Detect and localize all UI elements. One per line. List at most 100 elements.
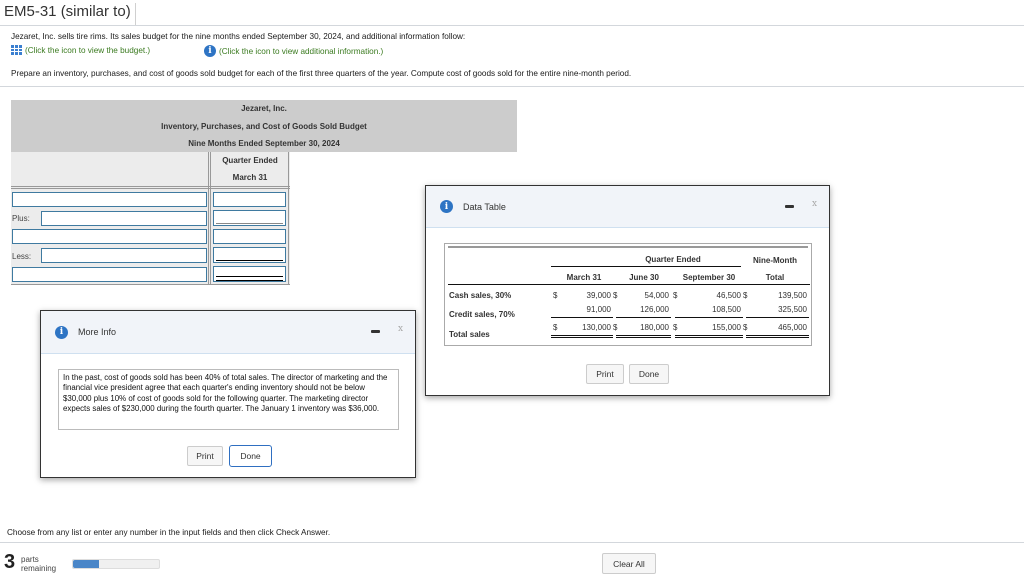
- currency-symbol: $: [743, 323, 748, 332]
- parts-remaining-label: parts remaining: [21, 555, 56, 573]
- less-label: Less:: [12, 252, 32, 261]
- budget-title: Inventory, Purchases, and Cost of Goods …: [161, 121, 367, 131]
- row-3-label-input[interactable]: [12, 229, 207, 244]
- total-header-line2: Total: [765, 273, 785, 282]
- table-grid-icon[interactable]: [11, 45, 22, 55]
- view-budget-link[interactable]: (Click the icon to view the budget.): [11, 45, 150, 55]
- row-2-label-input[interactable]: [41, 211, 207, 226]
- dialog-header: i Data Table x: [426, 186, 829, 228]
- row-5-amount-cell: [213, 266, 286, 282]
- budget-worksheet: Quarter Ended March 31 Plus: Less:: [11, 152, 290, 285]
- row-4-amount-cell: [213, 247, 286, 263]
- row-4-label-input[interactable]: [41, 248, 207, 263]
- problem-statement: Jezaret, Inc. sells tire rims. Its sales…: [11, 32, 466, 41]
- currency-symbol: $: [673, 323, 678, 332]
- close-icon[interactable]: x: [398, 324, 403, 334]
- row-2-amount-cell: [213, 210, 286, 226]
- subtotal-rule: [551, 317, 613, 318]
- total-double-rule: [675, 335, 743, 338]
- parts-label-line1: parts: [21, 555, 39, 564]
- sales-budget-table: Quarter Ended Nine-Month March 31 June 3…: [444, 243, 812, 346]
- table-border: [11, 284, 290, 285]
- budget-header: Jezaret, Inc. Inventory, Purchases, and …: [11, 100, 517, 152]
- currency-symbol: $: [553, 291, 558, 300]
- plus-label: Plus:: [12, 214, 30, 223]
- row-1-label-input[interactable]: [12, 192, 207, 207]
- value-total: 139,500: [778, 291, 807, 300]
- print-button[interactable]: Print: [187, 446, 223, 466]
- budget-period: Nine Months Ended September 30, 2024: [188, 139, 340, 148]
- column-header-line2: March 31: [232, 173, 268, 182]
- currency-symbol: $: [743, 291, 748, 300]
- row-5-amount-input[interactable]: [213, 266, 286, 282]
- total-double-rule: [616, 335, 671, 338]
- row-label: Credit sales, 70%: [449, 310, 515, 319]
- dialog-title: Data Table: [463, 201, 506, 212]
- subtotal-rule: [675, 317, 743, 318]
- data-table-dialog: i Data Table x Quarter Ended Nine-Month …: [425, 185, 830, 396]
- info-icon: i: [55, 325, 68, 339]
- divider: [0, 86, 1024, 87]
- table-border: [288, 152, 289, 285]
- header-rule: [551, 266, 741, 267]
- group-header: Quarter Ended: [645, 255, 701, 264]
- close-icon[interactable]: x: [812, 199, 817, 209]
- value-march: 91,000: [586, 305, 611, 314]
- row-3-amount-input[interactable]: [213, 229, 286, 244]
- row-1-amount-cell: [213, 192, 286, 207]
- value-march: 39,000: [586, 291, 611, 300]
- view-info-link[interactable]: i (Click the icon to view additional inf…: [204, 45, 383, 57]
- row-2-amount-input[interactable]: [213, 210, 286, 226]
- header-bottom-rule: [448, 284, 810, 285]
- currency-symbol: $: [673, 291, 678, 300]
- minimize-icon[interactable]: [785, 205, 794, 208]
- column-header-june: June 30: [629, 273, 659, 282]
- column-header-march: March 31: [566, 273, 602, 282]
- instruction-text: Prepare an inventory, purchases, and cos…: [11, 69, 632, 78]
- parts-count: 3: [4, 551, 16, 573]
- info-icon: i: [440, 200, 453, 213]
- page-title: EM5-31 (similar to): [4, 3, 136, 25]
- header-rule: [11, 186, 290, 189]
- currency-symbol: $: [613, 291, 618, 300]
- row-1-amount-input[interactable]: [213, 192, 286, 207]
- footer-instruction: Choose from any list or enter any number…: [7, 528, 331, 537]
- value-september: 46,500: [716, 291, 741, 300]
- table-top-rule: [448, 246, 808, 248]
- currency-symbol: $: [553, 323, 558, 332]
- row-4-amount-input[interactable]: [213, 247, 286, 263]
- value-september: 155,000: [712, 323, 741, 332]
- value-september: 108,500: [712, 305, 741, 314]
- column-header-line1: Quarter Ended: [222, 156, 278, 165]
- print-button[interactable]: Print: [586, 364, 624, 384]
- divider: [0, 542, 1024, 543]
- subtotal-rule: [746, 317, 809, 318]
- subtotal-rule: [616, 317, 671, 318]
- currency-symbol: $: [613, 323, 618, 332]
- more-info-text: In the past, cost of goods sold has been…: [58, 369, 399, 430]
- total-double-rule: [746, 335, 809, 338]
- clear-all-button[interactable]: Clear All: [602, 553, 656, 574]
- done-button[interactable]: Done: [629, 364, 669, 384]
- row-label: Cash sales, 30%: [449, 291, 512, 300]
- dialog-title: More Info: [78, 327, 117, 337]
- value-june: 180,000: [640, 323, 669, 332]
- view-budget-link-text[interactable]: (Click the icon to view the budget.): [25, 46, 150, 55]
- column-header-september: September 30: [682, 273, 736, 282]
- total-header-line1: Nine-Month: [753, 256, 797, 265]
- row-3-amount-cell: [213, 229, 286, 244]
- more-info-dialog: i More Info x In the past, cost of goods…: [40, 310, 416, 478]
- value-june: 126,000: [640, 305, 669, 314]
- view-info-link-text[interactable]: (Click the icon to view additional infor…: [219, 47, 383, 56]
- info-icon[interactable]: i: [204, 45, 216, 57]
- dialog-header: i More Info x: [41, 311, 415, 354]
- divider: [0, 25, 1024, 26]
- value-march: 130,000: [582, 323, 611, 332]
- column-header-march-31: Quarter Ended March 31: [211, 152, 289, 186]
- done-button[interactable]: Done: [229, 445, 272, 467]
- value-total: 465,000: [778, 323, 807, 332]
- total-double-rule: [551, 335, 613, 338]
- row-5-label-input[interactable]: [12, 267, 207, 282]
- value-june: 54,000: [644, 291, 669, 300]
- minimize-icon[interactable]: [371, 330, 380, 333]
